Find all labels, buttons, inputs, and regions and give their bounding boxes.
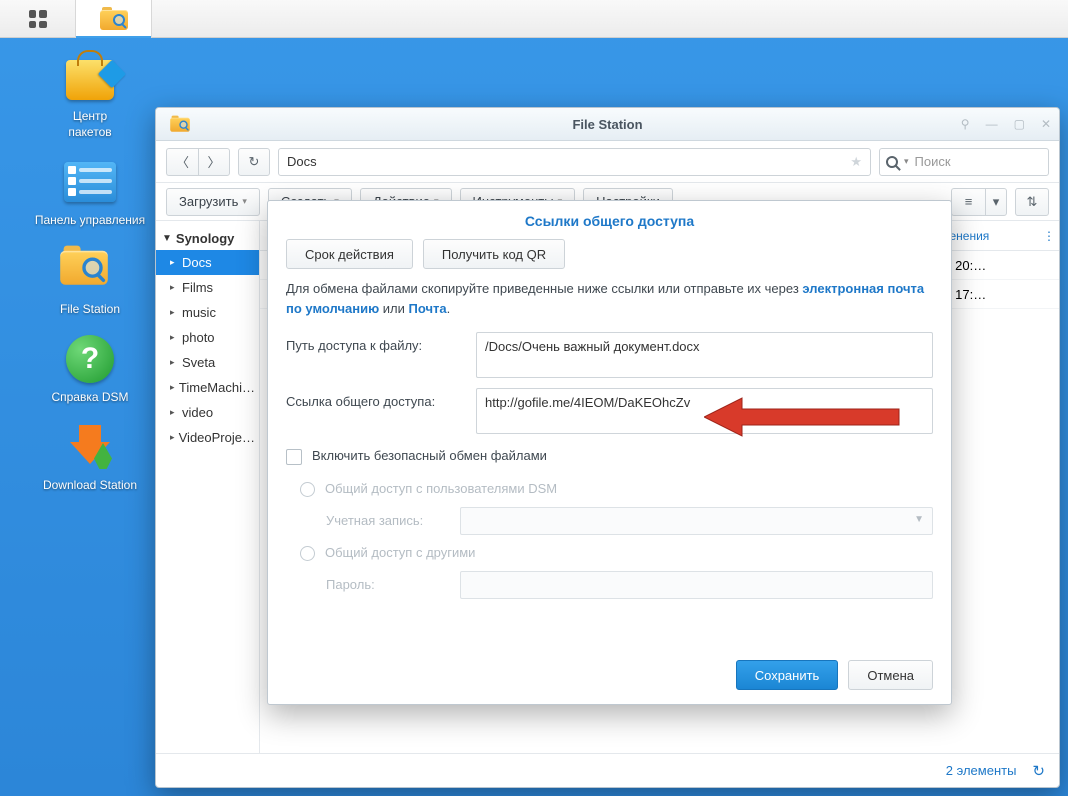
- back-button[interactable]: 〈: [166, 148, 198, 176]
- radio-icon: [300, 546, 315, 561]
- statusbar: 2 элементы ↻: [156, 753, 1059, 787]
- label: Центр пакетов: [0, 108, 180, 140]
- path-input[interactable]: Docs ★: [278, 148, 871, 176]
- cancel-button[interactable]: Отмена: [848, 660, 933, 690]
- maximize-icon[interactable]: ▢: [1014, 117, 1025, 131]
- nav-row: 〈 〉 ↻ Docs ★ ▾ Поиск: [156, 141, 1059, 183]
- refresh-icon[interactable]: ↻: [1032, 762, 1045, 780]
- share-other-row: Общий доступ с другими: [286, 545, 933, 561]
- tree-item-timemachine[interactable]: ▸TimeMachi…: [156, 375, 259, 400]
- folder-tree: ▼Synology ▸Docs ▸Films ▸music ▸photo ▸Sv…: [156, 221, 260, 753]
- taskbar: [0, 0, 1068, 38]
- path-text: Docs: [287, 154, 317, 169]
- tree-item-music[interactable]: ▸music: [156, 300, 259, 325]
- refresh-button[interactable]: ↻: [238, 148, 270, 176]
- account-row: Учетная запись:: [286, 507, 933, 535]
- item-count: 2 элементы: [946, 763, 1017, 778]
- label: Download Station: [0, 477, 180, 493]
- tree-item-video[interactable]: ▸video: [156, 400, 259, 425]
- taskbar-filestation[interactable]: [76, 0, 152, 38]
- tree-item-docs[interactable]: ▸Docs: [156, 250, 259, 275]
- desktop: Центр пакетов Панель управления File Sta…: [0, 54, 180, 511]
- window-title: File Station: [156, 117, 1059, 132]
- mail-link[interactable]: Почта: [409, 301, 447, 316]
- window-icon: [170, 116, 190, 131]
- radio-icon: [300, 482, 315, 497]
- desktop-icon-package-center[interactable]: Центр пакетов: [0, 54, 180, 140]
- upload-button[interactable]: Загрузить▾: [166, 188, 260, 216]
- desktop-icon-control-panel[interactable]: Панель управления: [0, 158, 180, 228]
- password-row: Пароль:: [286, 571, 933, 599]
- search-icon: [886, 156, 898, 168]
- minimize-icon[interactable]: —: [986, 117, 998, 131]
- download-icon: [70, 425, 110, 469]
- columns-menu-icon[interactable]: ⋮: [1039, 229, 1059, 243]
- label: Панель управления: [0, 212, 180, 228]
- dialog-title: Ссылки общего доступа: [268, 201, 951, 239]
- link-label: Ссылка общего доступа:: [286, 388, 466, 434]
- apps-icon: [29, 10, 47, 28]
- password-label: Пароль:: [326, 577, 446, 592]
- tree-root[interactable]: ▼Synology: [156, 227, 259, 250]
- account-select: [460, 507, 933, 535]
- chevron-down-icon: ▾: [904, 156, 909, 167]
- dialog-footer: Сохранить Отмена: [268, 646, 951, 704]
- tree-item-photo[interactable]: ▸photo: [156, 325, 259, 350]
- help-icon: ?: [66, 335, 114, 383]
- desktop-icon-help[interactable]: ? Справка DSM: [0, 335, 180, 405]
- view-dropdown-button[interactable]: ▾: [985, 188, 1007, 216]
- desktop-icon-download-station[interactable]: Download Station: [0, 423, 180, 493]
- checkbox-icon[interactable]: [286, 449, 302, 465]
- search-input[interactable]: ▾ Поиск: [879, 148, 1049, 176]
- account-label: Учетная запись:: [326, 513, 446, 528]
- password-input: [460, 571, 933, 599]
- secure-label: Включить безопасный обмен файлами: [312, 448, 547, 463]
- path-value-box[interactable]: /Docs/Очень важный документ.docx: [476, 332, 933, 378]
- close-icon[interactable]: ✕: [1041, 117, 1051, 131]
- sort-button[interactable]: ⇅: [1015, 188, 1049, 216]
- view-list-button[interactable]: ≡: [951, 188, 985, 216]
- validity-button[interactable]: Срок действия: [286, 239, 413, 269]
- launcher-button[interactable]: [0, 0, 76, 38]
- pin-icon[interactable]: ⚲: [961, 117, 970, 131]
- tree-item-sveta[interactable]: ▸Sveta: [156, 350, 259, 375]
- forward-button[interactable]: 〉: [198, 148, 230, 176]
- star-icon[interactable]: ★: [850, 154, 862, 170]
- tree-item-videoproject[interactable]: ▸VideoProje…: [156, 425, 259, 450]
- tree-item-films[interactable]: ▸Films: [156, 275, 259, 300]
- path-label: Путь доступа к файлу:: [286, 332, 466, 378]
- folder-search-icon: [100, 8, 128, 30]
- share-dsm-row: Общий доступ с пользователями DSM: [286, 481, 933, 497]
- qr-button[interactable]: Получить код QR: [423, 239, 565, 269]
- save-button[interactable]: Сохранить: [736, 660, 839, 690]
- label: Справка DSM: [0, 389, 180, 405]
- titlebar[interactable]: File Station ⚲ — ▢ ✕: [156, 108, 1059, 141]
- share-links-dialog: Ссылки общего доступа Срок действия Полу…: [267, 200, 952, 705]
- share-link-box[interactable]: http://gofile.me/4IEOM/DaKEOhcZv: [476, 388, 933, 434]
- secure-share-row[interactable]: Включить безопасный обмен файлами: [286, 448, 933, 465]
- intro-text: Для обмена файлами скопируйте приведенны…: [286, 279, 933, 318]
- label: File Station: [0, 301, 180, 317]
- search-placeholder: Поиск: [915, 154, 951, 169]
- desktop-icon-file-station[interactable]: File Station: [0, 247, 180, 317]
